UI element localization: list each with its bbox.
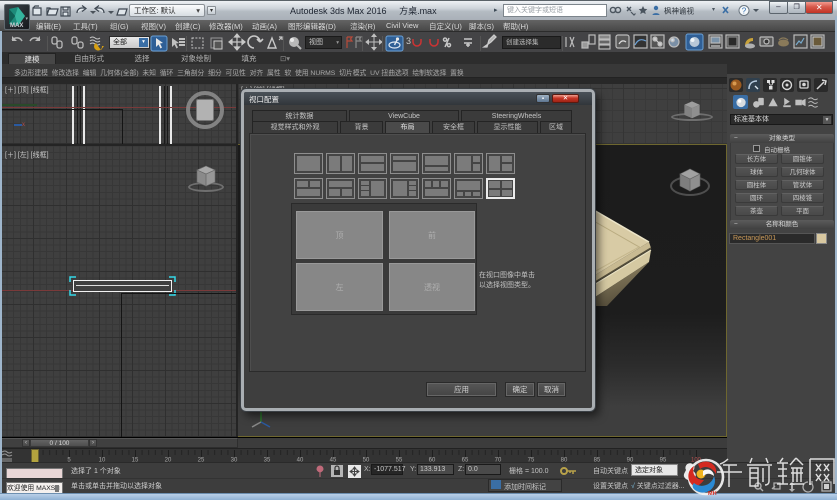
svg-text:枫神谕视: 枫神谕视 [664, 6, 694, 16]
svg-text:MH: MH [708, 491, 717, 497]
svg-text:?: ? [742, 7, 747, 16]
svg-text:MAX: MAX [10, 23, 23, 29]
svg-text:3: 3 [406, 36, 411, 46]
